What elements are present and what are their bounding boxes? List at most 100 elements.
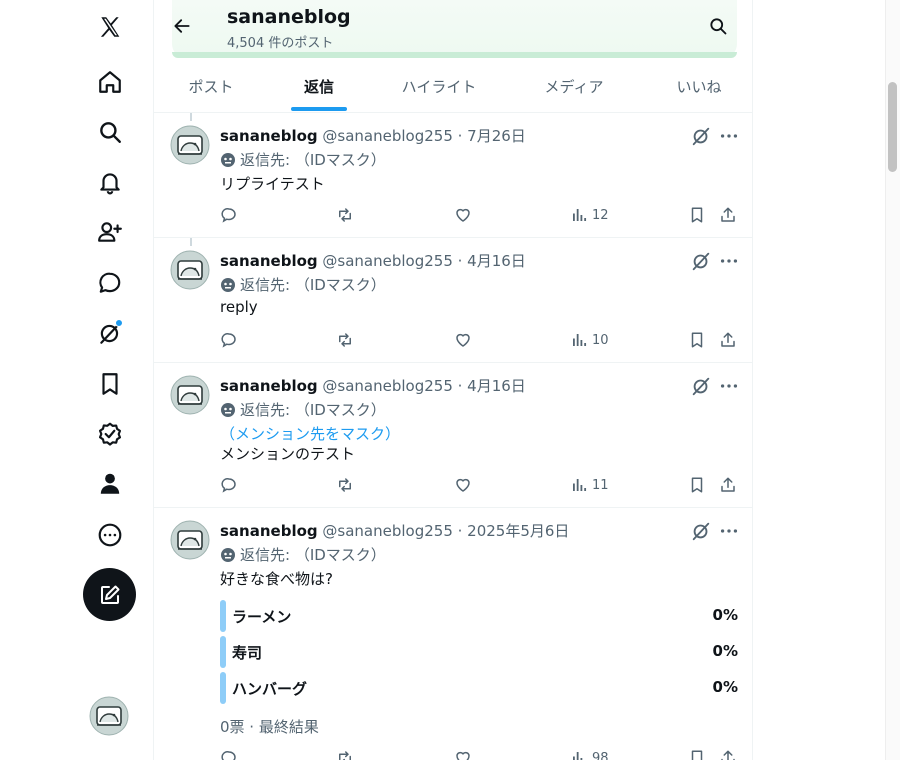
user-handle[interactable]: @sananeblog255 · 4月16日 xyxy=(322,252,525,270)
reply-button[interactable] xyxy=(220,330,238,350)
avatar[interactable] xyxy=(170,375,210,415)
reply-to: 返信先: （IDマスク） xyxy=(220,149,386,170)
reply-button[interactable] xyxy=(220,748,238,760)
user-name[interactable]: sananeblog xyxy=(220,377,318,395)
mention-link[interactable]: （メンション先をマスク） xyxy=(220,423,400,444)
views-button[interactable]: 11 xyxy=(570,475,609,495)
avatar[interactable] xyxy=(170,250,210,290)
compose-button[interactable] xyxy=(83,568,136,621)
post-item[interactable]: sananeblog @sananeblog255 · 7月26日 返信先: （… xyxy=(154,113,752,238)
repost-button[interactable] xyxy=(336,205,354,225)
reply-button[interactable] xyxy=(220,205,238,225)
reply-to: 返信先: （IDマスク） xyxy=(220,274,386,295)
thread-line xyxy=(190,113,192,121)
search-icon[interactable] xyxy=(85,110,135,154)
x-logo-icon[interactable] xyxy=(85,5,135,49)
more-icon[interactable] xyxy=(718,520,740,542)
poll-option-percent: 0% xyxy=(712,642,738,660)
bookmark-icon xyxy=(691,477,703,493)
views-button[interactable]: 12 xyxy=(570,205,609,225)
views-button[interactable]: 98 xyxy=(570,748,609,760)
poll-bar xyxy=(220,672,226,704)
header-accent-strip xyxy=(172,52,737,58)
post-item[interactable]: sananeblog @sananeblog255 · 2025年5月6日 返信… xyxy=(154,508,752,760)
bookmarks-icon[interactable] xyxy=(85,362,135,406)
back-button[interactable] xyxy=(166,10,198,42)
home-icon[interactable] xyxy=(85,60,135,104)
post-item[interactable]: sananeblog @sananeblog255 · 4月16日 返信先: （… xyxy=(154,238,752,363)
heart-icon xyxy=(456,333,470,347)
grok-icon[interactable] xyxy=(690,375,712,397)
tab-posts[interactable]: ポスト xyxy=(171,60,251,112)
verified-icon[interactable] xyxy=(85,412,135,456)
reply-button[interactable] xyxy=(220,475,238,495)
share-icon xyxy=(721,332,735,347)
user-name[interactable]: sananeblog xyxy=(220,522,318,540)
repost-button[interactable] xyxy=(336,330,354,350)
reply-icon xyxy=(221,478,236,493)
bookmark-icon xyxy=(691,750,703,760)
tab-media[interactable]: メディア xyxy=(529,60,619,112)
post-actions: 10 xyxy=(220,330,740,350)
notifications-icon[interactable] xyxy=(85,160,135,204)
views-count: 11 xyxy=(592,477,609,493)
repost-button[interactable] xyxy=(336,748,354,760)
like-button[interactable] xyxy=(454,475,472,495)
post-item[interactable]: sananeblog @sananeblog255 · 4月16日 返信先: （… xyxy=(154,363,752,508)
avatar[interactable] xyxy=(170,520,210,560)
reply-to: 返信先: （IDマスク） xyxy=(220,399,386,420)
user-name[interactable]: sananeblog xyxy=(220,252,318,270)
bookmark-button[interactable] xyxy=(688,748,706,760)
analytics-icon xyxy=(573,209,587,221)
views-count: 12 xyxy=(592,207,609,223)
reply-icon xyxy=(221,751,236,760)
post-text: 好きな食べ物は? xyxy=(220,570,333,588)
grok-icon[interactable] xyxy=(85,311,135,355)
more-icon[interactable] xyxy=(85,513,135,557)
post-actions: 12 xyxy=(220,205,740,225)
grok-icon[interactable] xyxy=(690,125,712,147)
profile-search-button[interactable] xyxy=(702,10,734,42)
tab-highlights[interactable]: ハイライト xyxy=(389,60,489,112)
messages-icon[interactable] xyxy=(85,261,135,305)
repost-icon xyxy=(339,333,351,347)
share-button[interactable] xyxy=(719,475,737,495)
grok-icon[interactable] xyxy=(690,520,712,542)
user-handle[interactable]: @sananeblog255 · 4月16日 xyxy=(322,377,525,395)
analytics-icon xyxy=(573,334,587,346)
heart-icon xyxy=(456,208,470,222)
user-handle[interactable]: @sananeblog255 · 7月26日 xyxy=(322,127,525,145)
tab-likes[interactable]: いいね xyxy=(659,60,739,112)
poll-option-label: ラーメン xyxy=(232,608,292,626)
share-button[interactable] xyxy=(719,748,737,760)
user-name[interactable]: sananeblog xyxy=(220,127,318,145)
more-icon[interactable] xyxy=(718,125,740,147)
share-button[interactable] xyxy=(719,205,737,225)
follow-icon[interactable] xyxy=(85,210,135,254)
share-icon xyxy=(721,477,735,492)
reply-to-label: 返信先: （IDマスク） xyxy=(240,276,386,294)
views-button[interactable]: 10 xyxy=(570,330,609,350)
like-button[interactable] xyxy=(454,330,472,350)
bookmark-button[interactable] xyxy=(688,330,706,350)
active-tab-indicator xyxy=(291,107,347,111)
more-icon[interactable] xyxy=(718,250,740,272)
heart-icon xyxy=(456,751,470,760)
more-icon[interactable] xyxy=(718,375,740,397)
grok-icon[interactable] xyxy=(690,250,712,272)
repost-button[interactable] xyxy=(336,475,354,495)
tab-replies[interactable]: 返信 xyxy=(279,60,359,112)
like-button[interactable] xyxy=(454,748,472,760)
poll-result: 0票 · 最終結果 xyxy=(220,718,319,736)
scrollbar-thumb[interactable] xyxy=(888,82,897,172)
bookmark-button[interactable] xyxy=(688,205,706,225)
like-button[interactable] xyxy=(454,205,472,225)
avatar[interactable] xyxy=(170,125,210,165)
bookmark-button[interactable] xyxy=(688,475,706,495)
reply-to: 返信先: （IDマスク） xyxy=(220,544,386,565)
account-avatar[interactable] xyxy=(89,696,129,736)
share-button[interactable] xyxy=(719,330,737,350)
poll-option-percent: 0% xyxy=(712,606,738,624)
profile-icon[interactable] xyxy=(85,462,135,506)
user-handle[interactable]: @sananeblog255 · 2025年5月6日 xyxy=(322,522,569,540)
